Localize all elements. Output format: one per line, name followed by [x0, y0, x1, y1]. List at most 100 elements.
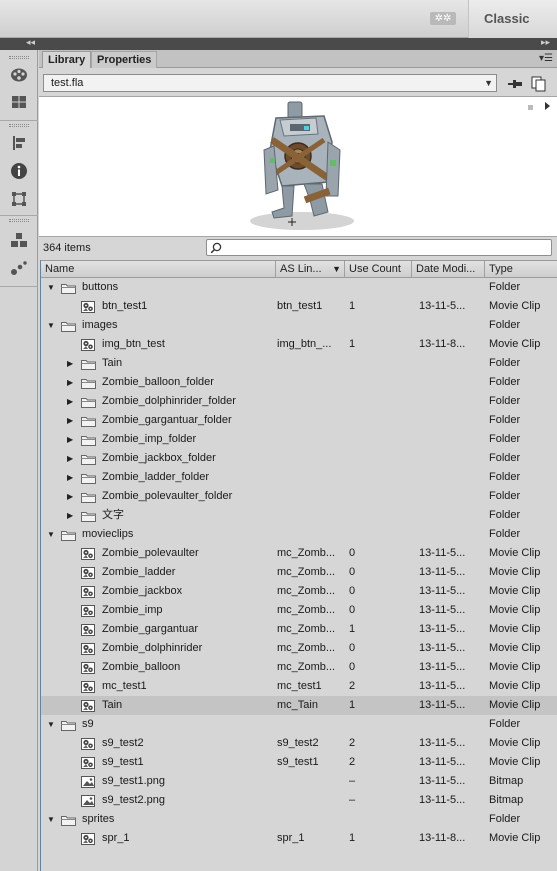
expand-folder-icon[interactable]: ▶ [67, 506, 73, 525]
search-input[interactable] [206, 239, 552, 256]
item-date-modified: 13-11-5... [419, 794, 466, 806]
item-linkage: btn_test1 [277, 300, 323, 312]
collapse-folder-icon[interactable]: ▼ [47, 810, 55, 829]
expand-folder-icon[interactable]: ▶ [67, 392, 73, 411]
expand-folder-icon[interactable]: ▶ [67, 468, 73, 487]
library-folder-row[interactable]: ▶ 文字 Folder [41, 506, 557, 525]
library-folder-row[interactable]: ▼ s9 Folder [41, 715, 557, 734]
item-type: Folder [489, 509, 521, 521]
collapse-folder-icon[interactable]: ▼ [47, 715, 55, 734]
library-folder-row[interactable]: ▼ movieclips Folder [41, 525, 557, 544]
library-folder-row[interactable]: ▶ Zombie_dolphinrider_folder Folder [41, 392, 557, 411]
item-name: spr_1 [102, 832, 130, 844]
play-icon[interactable] [545, 102, 550, 110]
library-item-row[interactable]: Zombie_ladder mc_Zomb... 0 13-11-5... Movie … [41, 563, 557, 582]
library-item-list[interactable]: Name AS Lin... ▼ Use Count Date Modi... … [40, 260, 557, 871]
tab-properties[interactable]: Properties [91, 51, 158, 68]
item-date-modified [419, 316, 483, 335]
item-date-modified [419, 468, 483, 487]
item-date-modified [419, 715, 483, 734]
library-folder-row[interactable]: ▶ Zombie_jackbox_folder Folder [41, 449, 557, 468]
expand-folder-icon[interactable]: ▶ [67, 411, 73, 430]
motion-presets-icon[interactable] [10, 259, 28, 277]
column-header-type[interactable]: Type [485, 261, 557, 277]
expand-folder-icon[interactable]: ▶ [67, 354, 73, 373]
symbol-preview [39, 96, 557, 237]
library-item-row[interactable]: spr_1 spr_1 1 13-11-8... Movie Clip [41, 829, 557, 848]
collapse-folder-icon[interactable]: ▼ [47, 316, 55, 335]
library-item-row[interactable]: s9_test2.png – 13-11-5... Bitmap [41, 791, 557, 810]
item-type: Folder [489, 490, 521, 502]
library-item-row[interactable]: s9_test2 s9_test2 2 13-11-5... Movie Clip [41, 734, 557, 753]
item-date-modified: 13-11-8... [419, 338, 466, 350]
library-folder-row[interactable]: ▼ images Folder [41, 316, 557, 335]
library-item-row[interactable]: mc_test1 mc_test1 2 13-11-5... Movie Clip [41, 677, 557, 696]
new-library-panel-icon[interactable] [531, 76, 549, 92]
item-date-modified: 13-11-5... [419, 300, 466, 312]
item-use-count [349, 392, 409, 411]
dock-separator [0, 215, 38, 216]
item-date-modified [419, 392, 483, 411]
item-linkage [277, 772, 343, 791]
list-header: Name AS Lin... ▼ Use Count Date Modi... … [41, 261, 557, 278]
dock-grip[interactable] [9, 219, 29, 222]
library-folder-row[interactable]: ▼ sprites Folder [41, 810, 557, 829]
item-name: 文字 [102, 509, 124, 521]
item-date-modified [419, 411, 483, 430]
tab-library[interactable]: Library [42, 51, 92, 68]
library-item-row[interactable]: Zombie_polevaulter mc_Zomb... 0 13-11-5... M… [41, 544, 557, 563]
library-item-row[interactable]: Zombie_balloon mc_Zomb... 0 13-11-5... Movie… [41, 658, 557, 677]
panel-menu-icon[interactable]: ▾☰ [539, 53, 553, 64]
dock-grip[interactable] [9, 124, 29, 127]
library-item-row[interactable]: img_btn_test img_btn_... 1 13-11-8... Movie … [41, 335, 557, 354]
item-use-count [349, 449, 409, 468]
components-icon[interactable] [10, 231, 28, 249]
library-item-row[interactable]: Tain mc_Tain 1 13-11-5... Movie Clip [41, 696, 557, 715]
library-folder-row[interactable]: ▶ Zombie_imp_folder Folder [41, 430, 557, 449]
item-use-count: 1 [349, 338, 356, 350]
expand-folder-icon[interactable]: ▶ [67, 430, 73, 449]
dock-separator [0, 286, 38, 287]
align-icon[interactable] [10, 134, 28, 152]
library-folder-row[interactable]: ▶ Tain Folder [41, 354, 557, 373]
item-date-modified: 13-11-5... [419, 547, 466, 559]
column-header-name[interactable]: Name [41, 261, 276, 277]
library-item-row[interactable]: Zombie_gargantuar mc_Zomb... 1 13-11-5... Mo… [41, 620, 557, 639]
expand-folder-icon[interactable]: ▶ [67, 449, 73, 468]
library-folder-row[interactable]: ▶ Zombie_ladder_folder Folder [41, 468, 557, 487]
collapse-folder-icon[interactable]: ▼ [47, 278, 55, 297]
expand-folder-icon[interactable]: ▶ [67, 373, 73, 392]
expand-folder-icon[interactable]: ▶ [67, 487, 73, 506]
library-item-row[interactable]: Zombie_imp mc_Zomb... 0 13-11-5... Movie Cli… [41, 601, 557, 620]
transform-icon[interactable] [10, 190, 28, 208]
column-header-use-count[interactable]: Use Count [345, 261, 412, 277]
column-header-linkage[interactable]: AS Lin... ▼ [276, 261, 345, 277]
library-item-row[interactable]: s9_test1.png – 13-11-5... Bitmap [41, 772, 557, 791]
expand-right-icon[interactable]: ▸▸ [541, 37, 550, 48]
document-selector[interactable]: test.fla ▼ [43, 74, 497, 92]
stop-icon[interactable] [528, 105, 533, 110]
item-use-count [349, 487, 409, 506]
dock-grip[interactable] [9, 56, 29, 59]
collapse-left-icon[interactable]: ◂◂ [26, 37, 35, 48]
sync-settings-icon[interactable]: ✲✲ [430, 12, 456, 25]
library-folder-row[interactable]: ▶ Zombie_polevaulter_folder Folder [41, 487, 557, 506]
library-folder-row[interactable]: ▼ buttons Folder [41, 278, 557, 297]
pin-icon[interactable] [506, 76, 524, 92]
library-item-row[interactable]: btn_test1 btn_test1 1 13-11-5... Movie Clip [41, 297, 557, 316]
item-date-modified: 13-11-5... [419, 585, 466, 597]
workspace-switcher[interactable]: Classic [468, 0, 557, 38]
column-header-date-modified[interactable]: Date Modi... [412, 261, 485, 277]
item-date-modified [419, 373, 483, 392]
item-type: Movie Clip [489, 642, 541, 654]
library-folder-row[interactable]: ▶ Zombie_balloon_folder Folder [41, 373, 557, 392]
info-icon[interactable] [10, 162, 28, 180]
library-folder-row[interactable]: ▶ Zombie_gargantuar_folder Folder [41, 411, 557, 430]
swatches-icon[interactable] [10, 93, 28, 111]
library-item-row[interactable]: Zombie_jackbox mc_Zomb... 0 13-11-5... Movie… [41, 582, 557, 601]
color-palette-icon[interactable] [10, 66, 28, 84]
library-item-row[interactable]: Zombie_dolphinrider mc_Zomb... 0 13-11-5...… [41, 639, 557, 658]
collapse-folder-icon[interactable]: ▼ [47, 525, 55, 544]
library-item-row[interactable]: s9_test1 s9_test1 2 13-11-5... Movie Clip [41, 753, 557, 772]
item-use-count: 0 [349, 661, 356, 673]
